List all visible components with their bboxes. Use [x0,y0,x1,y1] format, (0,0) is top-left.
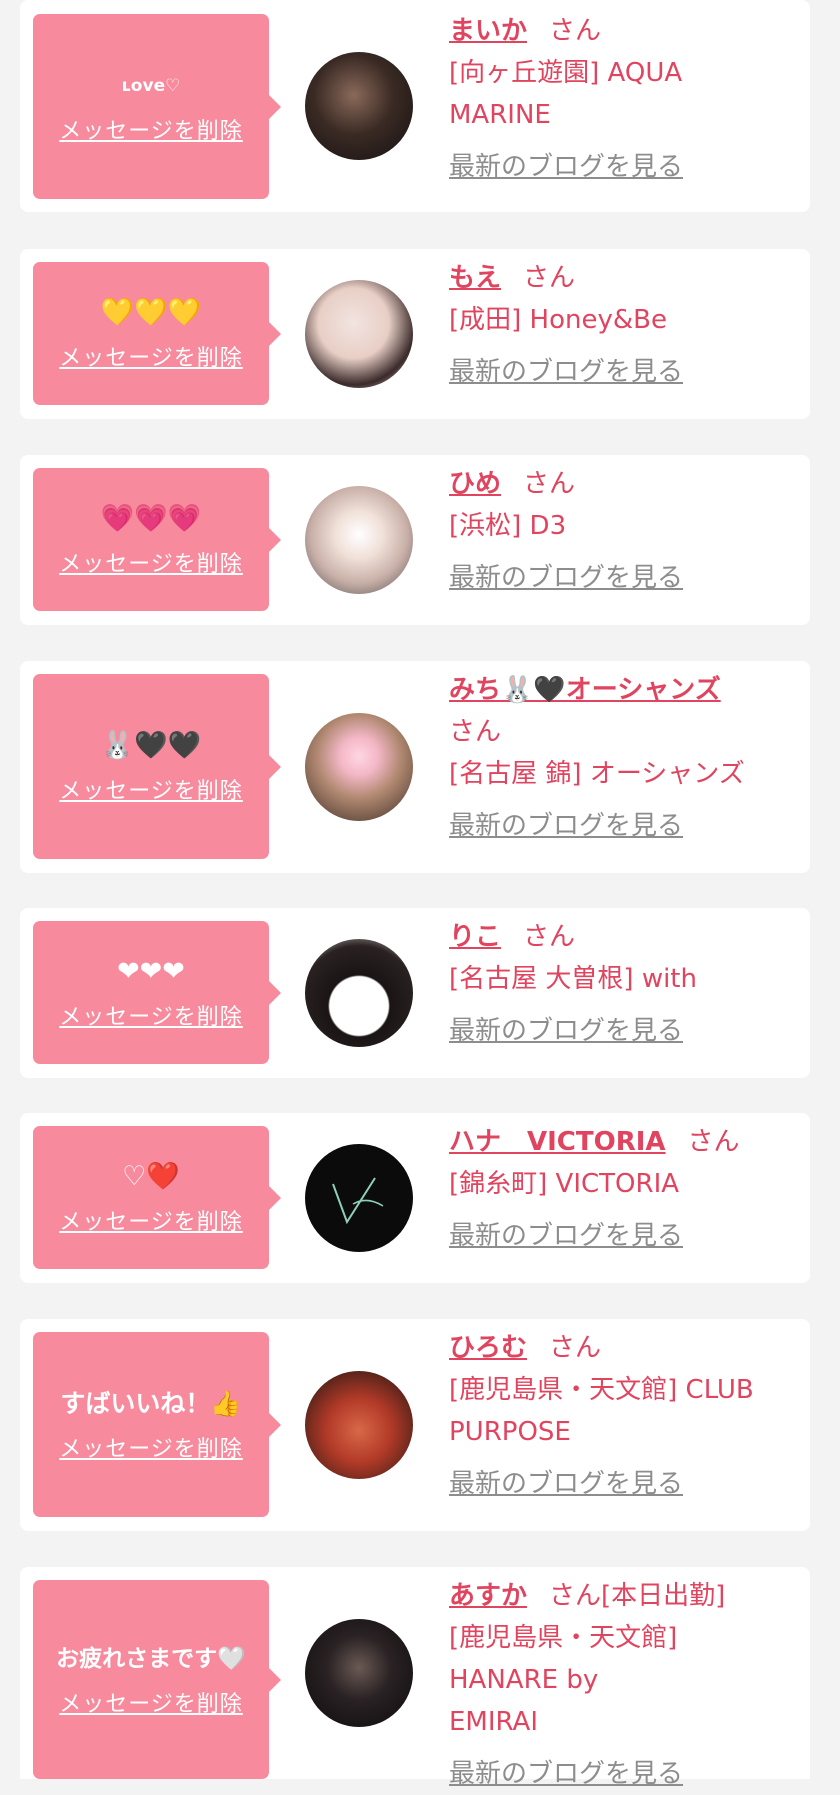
message-card: 🐰🖤🖤 メッセージを削除 みち🐰🖤オーシャンズ さん [名古屋 錦] オーシャンズ… [20,661,810,873]
shop-name: [錦糸町] VICTORIA [449,1169,680,1199]
honorific: さん [523,263,576,293]
latest-blog-link[interactable]: 最新のブログを見る [449,1463,790,1505]
delete-message-link[interactable]: メッセージを削除 [59,1204,243,1236]
profile-name-link[interactable]: りこ [449,922,501,952]
delete-message-link[interactable]: メッセージを削除 [59,546,243,578]
latest-blog-link[interactable]: 最新のブログを見る [449,1010,790,1052]
latest-blog-link[interactable]: 最新のブログを見る [449,805,790,847]
message-bubble: お疲れさまです🤍 メッセージを削除 [33,1580,281,1779]
honorific: さん [449,717,502,747]
profile-name-link[interactable]: ひめ [449,469,501,499]
message-card: 💛💛💛 メッセージを削除 もえ さん [成田] Honey&Be 最新のブログを見… [20,249,810,419]
profile-name-link[interactable]: みち🐰🖤オーシャンズ [449,675,721,705]
latest-blog-link[interactable]: 最新のブログを見る [449,1215,790,1257]
latest-blog-link[interactable]: 最新のブログを見る [449,1753,790,1795]
message-text: お疲れさまです🤍 [56,1645,246,1672]
message-text: ʟove♡ [121,75,181,96]
message-bubble: ʟove♡ メッセージを削除 [33,14,281,199]
victoria-logo-icon [332,1177,384,1225]
message-text: 💛💛💛 [100,296,202,328]
profile-name-link[interactable]: まいか [449,16,527,46]
shop-name: [鹿児島県・天文館] CLUB PURPOSE [449,1375,754,1447]
avatar[interactable] [305,486,413,594]
message-text: 💗💗💗 [100,502,202,534]
message-bubble: ❤❤❤ メッセージを削除 [33,921,281,1064]
message-card: すばいいね！👍 メッセージを削除 ひろむ さん [鹿児島県・天文館] CLUB P… [20,1319,810,1531]
message-text: ♡❤️ [122,1160,180,1192]
profile-name-link[interactable]: ひろむ [449,1333,527,1363]
shop-name: [名古屋 大曽根] with [449,964,697,994]
message-bubble: 💛💛💛 メッセージを削除 [33,262,281,405]
profile-name-link[interactable]: あすか [449,1581,527,1611]
latest-blog-link[interactable]: 最新のブログを見る [449,557,790,599]
delete-message-link[interactable]: メッセージを削除 [59,1686,243,1718]
message-card: ♡❤️ メッセージを削除 ハナ VICTORIA さん [錦糸町] VICTORI… [20,1113,810,1283]
message-card: お疲れさまです🤍 メッセージを削除 あすか さん[本日出勤] [鹿児島県・天文館]… [20,1567,810,1789]
shop-name: [鹿児島県・天文館] HANARE by EMIRAI [449,1623,678,1737]
delete-message-link[interactable]: メッセージを削除 [59,113,243,145]
message-bubble: 💗💗💗 メッセージを削除 [33,468,281,611]
profile-name-link[interactable]: もえ [449,263,501,293]
shop-name: [成田] Honey&Be [449,305,667,335]
delete-message-link[interactable]: メッセージを削除 [59,1431,243,1463]
message-bubble: すばいいね！👍 メッセージを削除 [33,1332,281,1517]
message-bubble: 🐰🖤🖤 メッセージを削除 [33,674,281,859]
delete-message-link[interactable]: メッセージを削除 [59,340,243,372]
avatar[interactable] [305,52,413,160]
delete-message-link[interactable]: メッセージを削除 [59,999,243,1031]
latest-blog-link[interactable]: 最新のブログを見る [449,351,790,393]
honorific: さん [687,1127,740,1157]
honorific: さん [523,469,576,499]
latest-blog-link[interactable]: 最新のブログを見る [449,146,790,188]
avatar[interactable] [305,1371,413,1479]
shop-name: [浜松] D3 [449,511,567,541]
delete-message-link[interactable]: メッセージを削除 [59,773,243,805]
message-card: 💗💗💗 メッセージを削除 ひめ さん [浜松] D3 最新のブログを見る [20,455,810,625]
message-text: すばいいね！👍 [60,1388,242,1418]
message-card: ❤❤❤ メッセージを削除 りこ さん [名古屋 大曽根] with 最新のブログを… [20,908,810,1078]
shop-name: [名古屋 錦] オーシャンズ [449,759,745,789]
shop-name: [向ヶ丘遊園] AQUA MARINE [449,58,683,130]
honorific: さん [549,16,602,46]
message-text: 🐰🖤🖤 [100,729,202,761]
profile-name-link[interactable]: ハナ VICTORIA [449,1127,666,1157]
message-text: ❤❤❤ [117,955,185,987]
honorific: さん [549,1581,602,1611]
avatar[interactable] [305,713,413,821]
honorific: さん [549,1333,602,1363]
avatar[interactable] [305,1619,413,1727]
message-card: ʟove♡ メッセージを削除 まいか さん [向ヶ丘遊園] AQUA MARINE… [20,0,810,212]
attendance-note: [本日出勤] [601,1581,726,1611]
message-bubble: ♡❤️ メッセージを削除 [33,1126,281,1269]
avatar[interactable] [305,939,413,1047]
avatar[interactable] [305,280,413,388]
honorific: さん [523,922,576,952]
avatar[interactable] [305,1144,413,1252]
